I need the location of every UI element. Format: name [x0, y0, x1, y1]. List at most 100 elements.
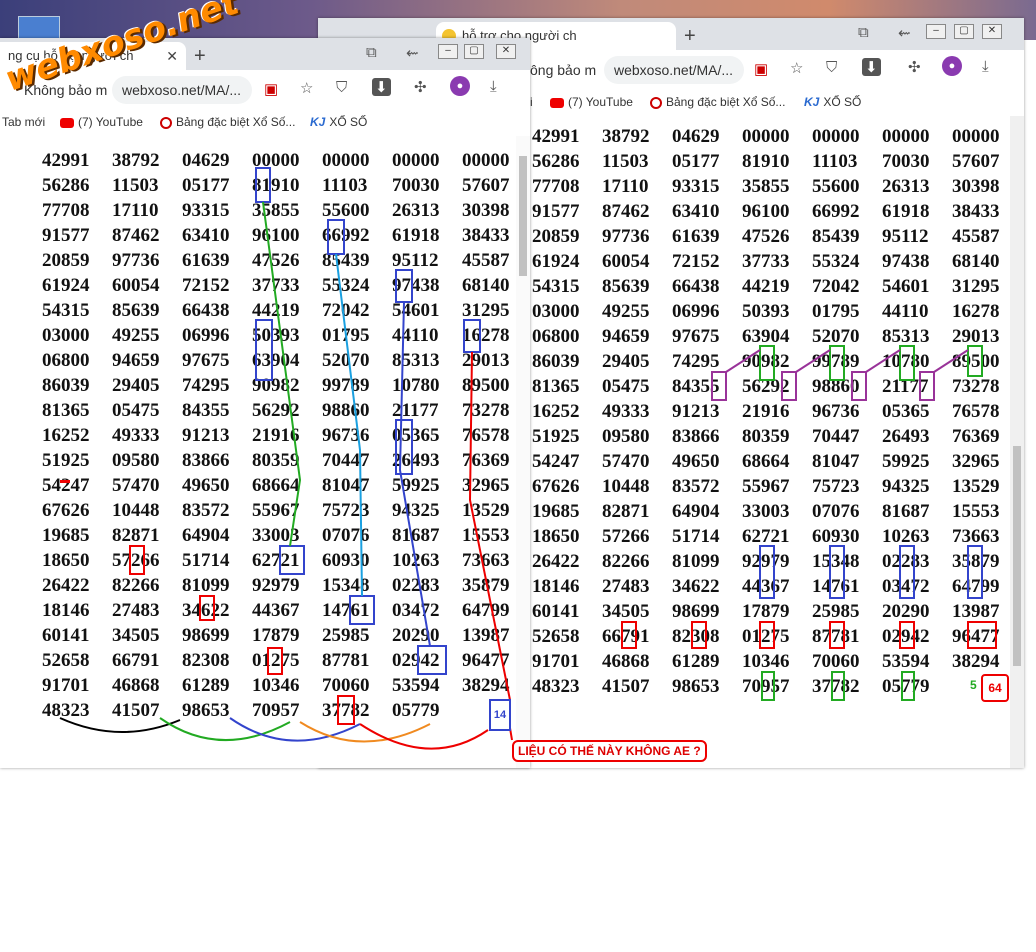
table-row: 18146 27483 34622 44367 14761 03472 64799 — [532, 574, 1022, 599]
table-row: 91577 87462 63410 96100 66992 61918 38433 — [532, 199, 1022, 224]
table-cell: 94659 — [602, 326, 650, 347]
scrollbar[interactable] — [1010, 116, 1024, 768]
bookmark-youtube[interactable]: (7) YouTube — [60, 115, 143, 129]
table-cell: 70030 — [882, 151, 930, 172]
table-cell: 77708 — [532, 176, 580, 197]
table-cell: 86039 — [532, 351, 580, 372]
shield-icon[interactable]: ⛉ — [826, 59, 837, 76]
downloads-icon[interactable]: ⤓ — [490, 78, 497, 95]
table-cell: 10346 — [252, 675, 300, 696]
minimize-button[interactable]: – — [926, 24, 946, 39]
blocked-icon[interactable]: ▣ — [754, 60, 768, 78]
table-cell: 51714 — [672, 526, 720, 547]
table-cell: 03000 — [532, 301, 580, 322]
table-cell: 34505 — [112, 625, 160, 646]
extensions-icon[interactable]: ✣ — [908, 58, 921, 76]
table-cell: 01275 — [742, 626, 790, 647]
table-cell: 53594 — [882, 651, 930, 672]
new-tab-button[interactable]: + — [684, 22, 696, 50]
new-tab-button[interactable]: + — [194, 42, 206, 70]
table-row: 20859 97736 61639 47526 85439 95112 45587 — [532, 224, 1022, 249]
scrollbar-thumb[interactable] — [519, 156, 527, 276]
cast-icon[interactable]: ⧉ — [858, 24, 869, 41]
bookmark-xo-so[interactable]: KJ XỔ SỐ — [310, 115, 367, 129]
table-cell: 05365 — [882, 401, 930, 422]
table-cell: 18146 — [532, 576, 580, 597]
close-button[interactable]: ✕ — [982, 24, 1002, 39]
table-cell: 94325 — [392, 500, 440, 521]
table-row: 06800 94659 97675 63904 52070 85313 29013 — [532, 324, 1022, 349]
table-cell: 75723 — [322, 500, 370, 521]
table-cell: 81910 — [742, 151, 790, 172]
table-cell: 81365 — [42, 400, 90, 421]
bookmark-xo-so[interactable]: KJ XỔ SỐ — [804, 95, 861, 109]
table-cell: 44110 — [392, 325, 439, 346]
table-cell: 05779 — [882, 676, 930, 697]
table-cell: 70030 — [392, 175, 440, 196]
download-arrow-icon[interactable]: ⬇ — [372, 78, 391, 96]
scrollbar-thumb[interactable] — [1013, 446, 1021, 666]
downloads-icon[interactable]: ⤓ — [982, 58, 989, 75]
bookmark-bang-dac-biet[interactable]: Bảng đặc biệt Xổ Số... — [650, 95, 785, 109]
cast-icon[interactable]: ⧉ — [366, 44, 377, 61]
table-cell: 00000 — [252, 150, 300, 171]
table-row: 51925 09580 83866 80359 70447 26493 76369 — [42, 448, 530, 473]
table-cell: 34505 — [602, 601, 650, 622]
download-arrow-icon[interactable]: ⬇ — [862, 58, 881, 76]
table-cell: 49650 — [182, 475, 230, 496]
table-cell: 17879 — [252, 625, 300, 646]
table-cell: 02942 — [882, 626, 930, 647]
extensions-icon[interactable]: ✣ — [414, 78, 427, 96]
bookmark-new-tab[interactable]: Tab mới — [2, 115, 45, 129]
table-cell: 46868 — [112, 675, 160, 696]
star-icon[interactable]: ☆ — [300, 79, 313, 97]
table-cell: 61289 — [182, 675, 230, 696]
table-cell: 49333 — [112, 425, 160, 446]
back-icon[interactable]: ⇜ — [898, 24, 911, 42]
table-cell: 66438 — [182, 300, 230, 321]
table-cell: 84355 — [182, 400, 230, 421]
profile-avatar-icon[interactable]: ● — [450, 76, 470, 96]
profile-avatar-icon[interactable]: ● — [942, 56, 962, 76]
table-cell: 05177 — [672, 151, 720, 172]
table-cell: 60054 — [602, 251, 650, 272]
bookmark-bang-dac-biet[interactable]: Bảng đặc biệt Xổ Số... — [160, 115, 295, 129]
table-cell: 70957 — [742, 676, 790, 697]
table-row: 77708 17110 93315 35855 55600 26313 30398 — [42, 198, 530, 223]
bookmark-youtube[interactable]: (7) YouTube — [550, 95, 633, 109]
table-cell: 34622 — [182, 600, 230, 621]
question-note: LIỆU CÓ THẾ NÀY KHÔNG AE ? — [512, 740, 707, 762]
table-cell: 85313 — [392, 350, 440, 371]
minimize-button[interactable]: – — [438, 44, 458, 59]
table-cell: 17110 — [112, 200, 159, 221]
shield-icon[interactable]: ⛉ — [336, 79, 347, 96]
table-cell: 59925 — [882, 451, 930, 472]
table-cell: 97736 — [602, 226, 650, 247]
table-cell: 54247 — [532, 451, 580, 472]
table-cell: 35855 — [742, 176, 790, 197]
security-label[interactable]: ông bảo m — [530, 62, 596, 78]
table-cell: 60141 — [42, 625, 90, 646]
table-cell: 41507 — [112, 700, 160, 721]
table-cell: 20290 — [392, 625, 440, 646]
star-icon[interactable]: ☆ — [790, 59, 803, 77]
close-button[interactable]: ✕ — [496, 44, 516, 59]
table-row: 67626 10448 83572 55967 75723 94325 13529 — [532, 474, 1022, 499]
table-row: 86039 29405 74295 90982 99789 10780 89500 — [42, 373, 530, 398]
maximize-button[interactable]: ▢ — [464, 44, 484, 59]
table-cell: 92979 — [742, 551, 790, 572]
table-cell: 91213 — [672, 401, 720, 422]
bookmarks-bar: Tab mới (7) YouTube Bảng đặc biệt Xổ Số.… — [0, 110, 530, 137]
back-icon[interactable]: ⇜ — [406, 44, 419, 62]
table-cell: 00000 — [742, 126, 790, 147]
table-cell: 05177 — [182, 175, 230, 196]
bookmark-prefix[interactable]: i — [530, 95, 533, 109]
address-bar[interactable]: webxoso.net/MA/... — [604, 56, 744, 84]
table-cell: 10780 — [882, 351, 930, 372]
address-bar[interactable]: webxoso.net/MA/... — [112, 76, 252, 104]
table-cell: 49650 — [672, 451, 720, 472]
maximize-button[interactable]: ▢ — [954, 24, 974, 39]
table-cell: 61639 — [182, 250, 230, 271]
scrollbar[interactable] — [516, 136, 530, 768]
blocked-icon[interactable]: ▣ — [264, 80, 278, 98]
